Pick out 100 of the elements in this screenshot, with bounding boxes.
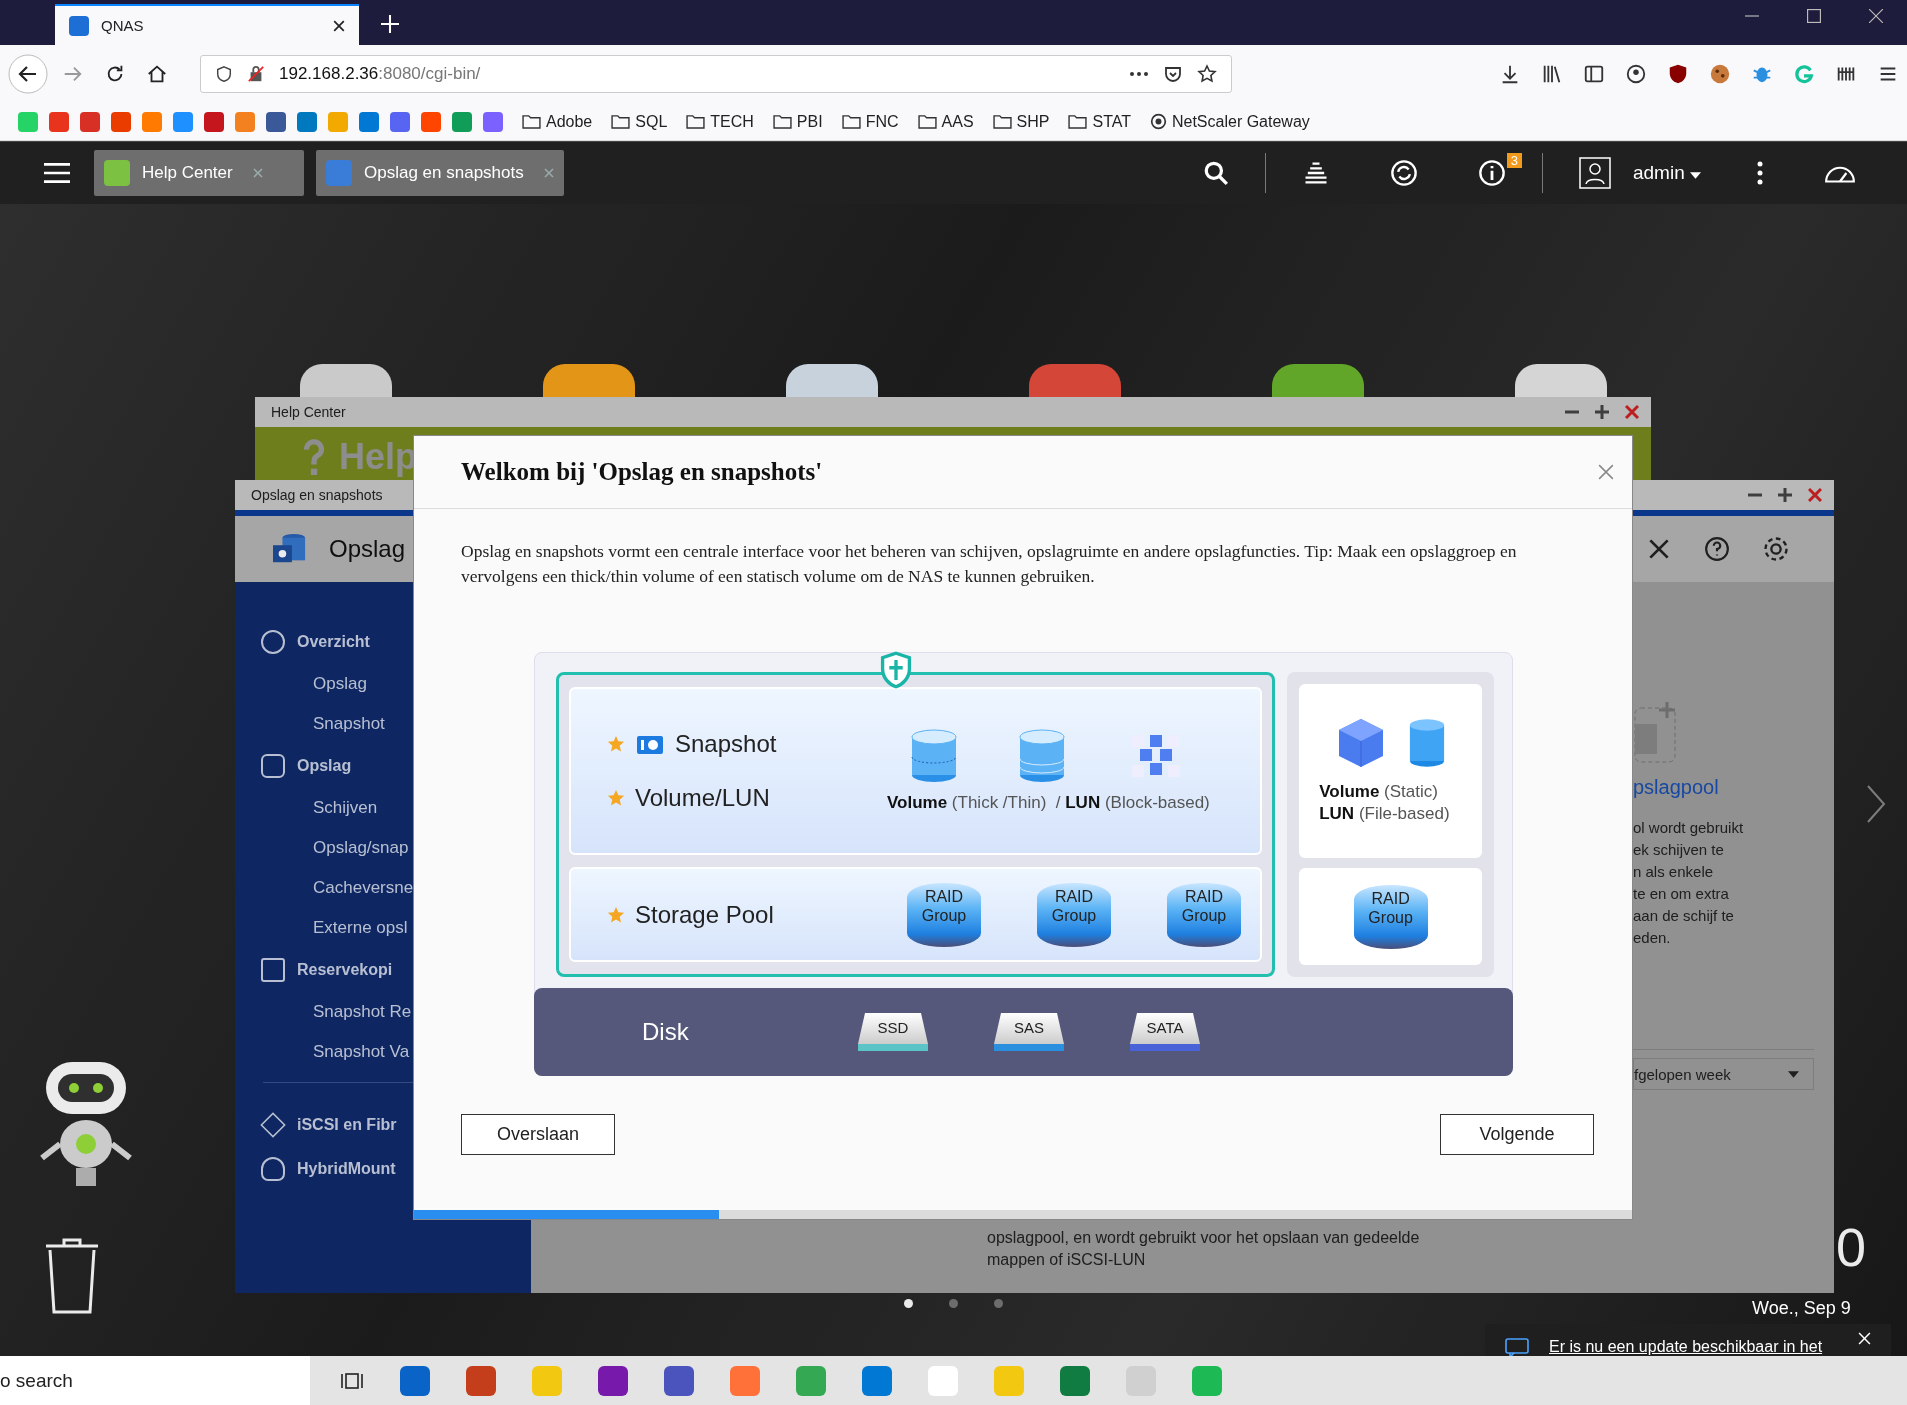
bookmark-icon[interactable]	[49, 111, 69, 132]
library-icon[interactable]	[1541, 63, 1563, 85]
bookmark-folder[interactable]: PBI	[772, 112, 823, 131]
panel-text: ek schijven te	[1633, 840, 1725, 860]
notification-badge: 3	[1506, 153, 1522, 168]
shield-extension-icon[interactable]	[1667, 63, 1689, 85]
folder-icon	[611, 114, 631, 129]
user-icon[interactable]	[1578, 157, 1611, 189]
page-dot[interactable]	[994, 1299, 1003, 1308]
volume-caption: Volume (Thick /Thin) / LUN (Block-based)	[887, 793, 1210, 813]
bookmark-icon[interactable]	[452, 111, 472, 132]
bookmark-icon[interactable]	[111, 111, 131, 132]
taskbar-app-icon[interactable]	[598, 1365, 628, 1396]
bookmark-folder[interactable]: TECH	[686, 112, 754, 131]
maximize-icon[interactable]	[1595, 405, 1609, 419]
insecure-lock-icon	[247, 65, 265, 83]
bookmark-icon[interactable]	[297, 111, 317, 132]
panel-text: eden.	[1633, 928, 1672, 948]
bookmark-link[interactable]: NetScaler Gateway	[1149, 112, 1310, 131]
home-icon[interactable]	[146, 63, 168, 85]
clock-date: Woe., Sep 9	[1752, 1298, 1851, 1319]
panel-text: aan de schijf te	[1633, 906, 1735, 926]
maximize-icon[interactable]	[1807, 8, 1821, 23]
app-tab[interactable]: Help Center	[94, 150, 304, 196]
address-bar[interactable]: 192.168.2.36:8080/cgi-bin/	[200, 55, 1232, 93]
folder-icon	[992, 114, 1012, 129]
info-icon[interactable]	[1477, 159, 1506, 187]
bookmark-folder[interactable]: Adobe	[522, 112, 593, 131]
app-icon[interactable]	[300, 364, 392, 397]
bookmark-icon[interactable]	[421, 111, 441, 132]
taskbar-app-icon[interactable]	[1060, 1365, 1090, 1396]
help-heading: Help	[339, 436, 417, 478]
pocket-icon[interactable]	[1163, 64, 1183, 84]
taskbar-app-icon[interactable]	[400, 1365, 430, 1396]
bookmark-icon[interactable]	[204, 111, 224, 132]
sidebar-section[interactable]: Overzicht	[235, 620, 531, 664]
browser-tab[interactable]: QNAS	[55, 4, 359, 45]
cookie-icon[interactable]	[1709, 63, 1731, 85]
camera-icon	[635, 733, 665, 755]
bookmark-folder[interactable]: STAT	[1068, 112, 1131, 131]
raid-group-icon: RAID Group	[907, 882, 981, 947]
sync-icon[interactable]	[1389, 159, 1418, 187]
bookmark-icon[interactable]	[483, 111, 503, 132]
back-icon[interactable]	[8, 54, 48, 94]
bookmark-icon[interactable]	[359, 111, 379, 132]
bookmark-icon[interactable]	[266, 111, 286, 132]
layer-label: Storage Pool	[635, 900, 774, 929]
search-field[interactable]: o search	[0, 1356, 310, 1405]
search-icon[interactable]	[1202, 160, 1229, 186]
update-link[interactable]: Er is nu een update beschikbaar in het	[1549, 1338, 1838, 1356]
app-icon[interactable]	[1515, 364, 1607, 397]
app-icon[interactable]	[786, 364, 878, 397]
taskbar-app-icon[interactable]	[664, 1365, 694, 1396]
app-icon[interactable]	[543, 364, 635, 397]
raid-group-icon: RAID Group	[1353, 884, 1428, 949]
app-icon[interactable]	[1272, 364, 1364, 397]
help-icon[interactable]	[1704, 536, 1730, 562]
question-mark-icon	[303, 439, 325, 475]
bookmark-folder[interactable]: FNC	[841, 112, 899, 131]
menu-icon[interactable]	[44, 162, 70, 184]
new-tab-icon[interactable]	[381, 15, 399, 33]
close-tab-icon[interactable]	[333, 19, 345, 32]
globe-icon	[1149, 113, 1167, 130]
bookmark-folder[interactable]: SHP	[992, 112, 1050, 131]
taskbar-app-icon[interactable]	[466, 1365, 496, 1396]
bookmark-folder[interactable]: SQL	[611, 112, 668, 131]
sidebar-section[interactable]: Reservekopi	[235, 948, 531, 992]
skip-button[interactable]: Overslaan	[461, 1114, 615, 1155]
page-dot[interactable]	[904, 1299, 913, 1308]
sidebar-icon[interactable]	[1583, 63, 1605, 85]
dialog-title: Welkom bij 'Opslag en snapshots'	[461, 458, 823, 486]
taskbar-app-icon[interactable]	[862, 1365, 892, 1396]
more-icon[interactable]	[1757, 161, 1763, 185]
star-icon[interactable]	[1197, 64, 1217, 84]
sidebar-section[interactable]: Opslag	[235, 744, 531, 788]
next-button[interactable]: Volgende	[1440, 1114, 1594, 1155]
folder-icon	[917, 114, 937, 129]
period-dropdown[interactable]: fgelopen week	[1633, 1058, 1814, 1090]
bookmark-icon[interactable]	[80, 111, 100, 132]
close-icon[interactable]	[1869, 8, 1883, 23]
window-title: Help Center	[271, 404, 346, 420]
caret-icon	[1690, 172, 1701, 179]
folder-icon	[772, 114, 792, 129]
folder-icon	[522, 114, 541, 129]
settings-icon[interactable]	[1762, 535, 1790, 563]
shield-icon	[215, 65, 233, 83]
bookmark-folder[interactable]: AAS	[917, 112, 974, 131]
app-tab[interactable]: Opslag en snapshots	[316, 150, 564, 196]
page-dot[interactable]	[949, 1299, 958, 1308]
star-icon	[607, 905, 625, 924]
cylinder-icon	[1407, 717, 1446, 769]
bookmark-icon[interactable]	[390, 111, 410, 132]
panel-text: ol wordt gebruikt	[1633, 818, 1745, 838]
maximize-icon[interactable]	[1778, 488, 1792, 502]
account-icon[interactable]	[1625, 63, 1647, 85]
bookmark-icon[interactable]	[173, 111, 193, 132]
description-text: mappen of iSCSI-LUN	[987, 1250, 1147, 1270]
user-menu[interactable]: admin	[1632, 162, 1701, 184]
panel-title: pslagpool	[1633, 776, 1720, 799]
more-icon[interactable]	[1129, 71, 1149, 77]
